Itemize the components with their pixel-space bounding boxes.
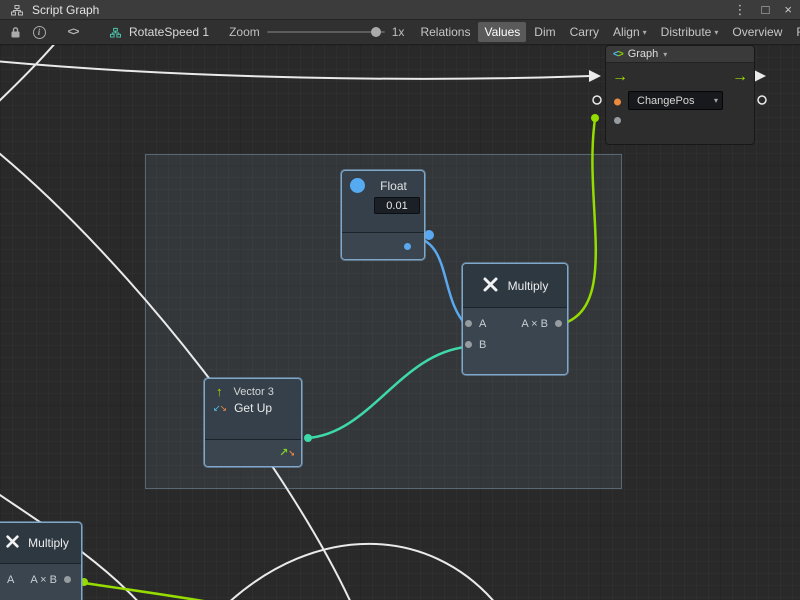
window-menu-icon[interactable]: ⋮ xyxy=(734,3,747,16)
wire-endpoint-dot xyxy=(304,434,312,442)
flow-port-row: → → xyxy=(606,63,754,90)
zoom-value: 1x xyxy=(392,25,405,39)
output-port[interactable] xyxy=(64,576,71,583)
changepos-dropdown-value: ChangePos xyxy=(637,95,695,107)
code-angle-icon: <> xyxy=(613,49,623,60)
float-port-row xyxy=(342,232,424,259)
chevron-down-icon: ▾ xyxy=(714,28,718,37)
graph-asset-icon xyxy=(106,23,124,42)
multiply-node-title: Multiply xyxy=(508,279,549,293)
zoom-control: Zoom 1x xyxy=(229,25,404,39)
float-output-port[interactable] xyxy=(404,243,411,250)
node-graph[interactable]: <> Graph ▾ → → ChangePos ▾ xyxy=(605,45,755,145)
close-icon[interactable]: × xyxy=(784,3,792,16)
distribute-dropdown-button[interactable]: Distribute▾ xyxy=(655,22,725,42)
zoom-slider[interactable] xyxy=(267,31,385,33)
flow-out-arrow-port xyxy=(754,70,766,82)
extra-port-row xyxy=(606,113,754,135)
values-button[interactable]: Values xyxy=(478,22,526,42)
flow-in-arrow-port xyxy=(589,70,601,82)
graph-canvas[interactable]: <> Graph ▾ → → ChangePos ▾ xyxy=(0,45,800,600)
window-title: Script Graph xyxy=(32,3,99,17)
up-arrow-icon: ↑ xyxy=(216,385,223,398)
wire-getup-to-multiply xyxy=(307,347,466,438)
zoom-slider-handle[interactable] xyxy=(371,27,381,37)
toolbar-buttons: Relations Values Dim Carry Align▾ Distri… xyxy=(414,22,800,42)
float-type-icon xyxy=(350,178,365,193)
multiply-x-icon xyxy=(5,534,20,552)
node-float[interactable]: Float 0.01 xyxy=(341,170,425,260)
graph-name-label: RotateSpeed 1 xyxy=(129,25,209,39)
variable-port-row: ChangePos ▾ xyxy=(606,90,754,113)
port-row-a: A A × B xyxy=(463,313,567,334)
float-node-title: Float xyxy=(371,179,416,193)
wire-white-corner xyxy=(0,45,57,105)
script-graph-icon xyxy=(8,0,26,19)
port-row-b: B xyxy=(463,334,567,355)
wire-multiply2-output xyxy=(64,580,238,600)
wire-white-bottom-arc xyxy=(226,544,497,600)
relations-button[interactable]: Relations xyxy=(414,22,476,42)
gray-value-port[interactable] xyxy=(614,117,621,124)
wire-endpoint-dot xyxy=(424,230,434,240)
carry-button[interactable]: Carry xyxy=(564,22,605,42)
overview-button[interactable]: Overview xyxy=(726,22,788,42)
vector3-output-port-icon[interactable]: ↗↘ xyxy=(279,448,295,459)
title-bar: Script Graph ⋮ □ × xyxy=(0,0,800,20)
multiply2-ports: A A × B xyxy=(0,564,81,600)
dim-button[interactable]: Dim xyxy=(528,22,561,42)
node-multiply-partial[interactable]: Multiply A A × B xyxy=(0,522,82,600)
wire-endpoint-dot xyxy=(591,114,599,122)
chevron-down-icon: ▾ xyxy=(714,96,718,105)
port-label-output: A × B xyxy=(30,574,57,586)
fullscreen-button[interactable]: Full Screen xyxy=(790,22,800,42)
flow-in-green-arrow-icon[interactable]: → xyxy=(612,69,628,85)
multiply-ports: A A × B B xyxy=(463,308,567,374)
breadcrumb-graph-name[interactable]: RotateSpeed 1 xyxy=(106,23,209,42)
graph-node-title: Graph xyxy=(628,48,659,60)
input-port-b[interactable] xyxy=(465,341,472,348)
chevron-down-icon[interactable]: ▾ xyxy=(663,50,667,59)
float-value-input[interactable]: 0.01 xyxy=(374,197,420,214)
multiply-node-header: Multiply xyxy=(463,264,567,308)
multiply-x-icon xyxy=(482,276,499,296)
script-graph-window: Script Graph ⋮ □ × i <> RotateSpeed 1 Zo… xyxy=(0,0,800,600)
getup-node-title: Get Up xyxy=(234,401,272,415)
node-multiply[interactable]: Multiply A A × B B xyxy=(462,263,568,375)
port-label-output: A × B xyxy=(521,318,548,330)
output-port[interactable] xyxy=(555,320,562,327)
lock-icon[interactable] xyxy=(6,23,24,42)
multiply2-node-header: Multiply xyxy=(0,523,81,564)
vector3-axes-icon: ↙↘ xyxy=(213,404,226,413)
port-label-a: A xyxy=(479,318,486,330)
port-label-a: A xyxy=(7,574,14,586)
input-port-a[interactable] xyxy=(465,320,472,327)
info-icon[interactable]: i xyxy=(30,23,48,42)
chevron-down-icon: ▾ xyxy=(643,28,647,37)
align-dropdown-button[interactable]: Align▾ xyxy=(607,22,653,42)
wire-white-top xyxy=(0,61,591,79)
value-in-ring-port xyxy=(593,96,601,104)
getup-port-row: ↗↘ xyxy=(205,439,301,466)
value-out-ring-port xyxy=(758,96,766,104)
port-label-b: B xyxy=(479,339,486,351)
multiply2-node-title: Multiply xyxy=(28,536,69,550)
changepos-dropdown[interactable]: ChangePos ▾ xyxy=(628,91,723,110)
float-node-header: Float xyxy=(342,171,424,196)
getup-type-label: Vector 3 xyxy=(234,386,274,398)
flow-out-green-arrow-icon[interactable]: → xyxy=(732,69,748,85)
getup-node-header: ↑ Vector 3 ↙↘ Get Up xyxy=(205,379,301,420)
graph-toolbar: i <> RotateSpeed 1 Zoom 1x Relations Val… xyxy=(0,20,800,45)
edit-code-icon[interactable]: <> xyxy=(64,23,82,42)
maximize-icon[interactable]: □ xyxy=(762,3,770,16)
port-row-a: A A × B xyxy=(0,569,81,590)
node-get-up[interactable]: ↑ Vector 3 ↙↘ Get Up ↗↘ xyxy=(204,378,302,467)
graph-node-header: <> Graph ▾ xyxy=(606,46,754,63)
zoom-label: Zoom xyxy=(229,25,260,39)
orange-value-port[interactable] xyxy=(614,98,621,105)
